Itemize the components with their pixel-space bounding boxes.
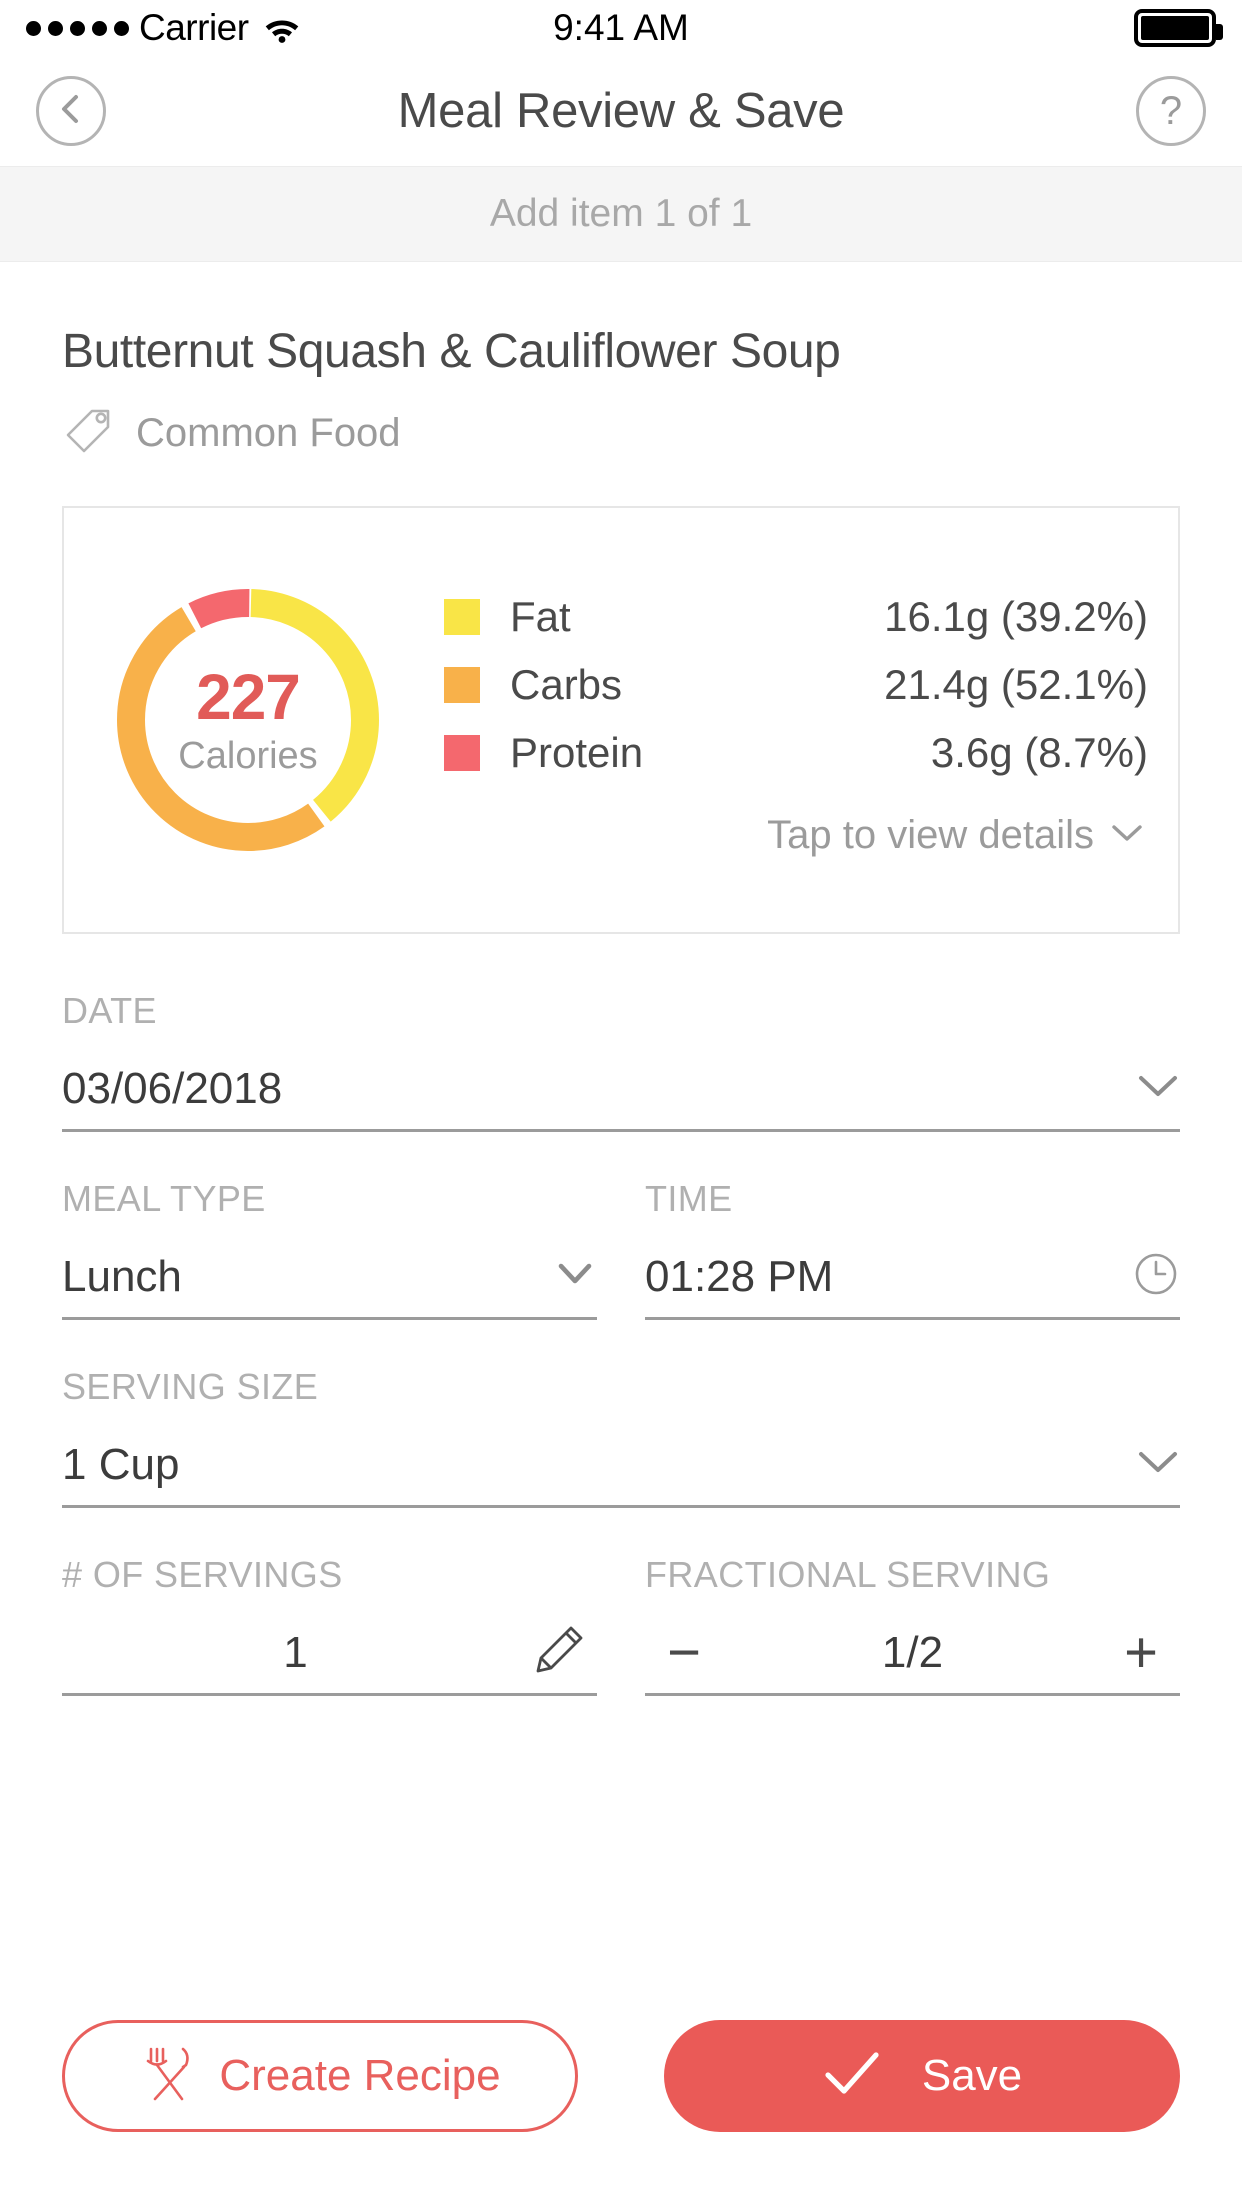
question-mark-icon: ? [1159,89,1183,133]
legend-swatch-carbs [444,666,480,703]
field-meal-type: MEAL TYPE Lunch [62,1178,597,1320]
meal-type-value: Lunch [62,1251,182,1301]
date-select[interactable]: 03/06/2018 [62,1048,1180,1132]
fractional-serving-stepper: − 1/2 + [645,1612,1180,1696]
field-label-meal-type: MEAL TYPE [62,1178,266,1219]
nav-bar: Meal Review & Save ? [0,56,1242,166]
time-value: 01:28 PM [645,1251,834,1301]
chevron-left-icon [57,92,85,131]
calorie-value: 227 [196,661,301,733]
nutrition-summary-card[interactable]: 227 Calories Fat 16.1g (39.2%) Carbs 21.… [62,506,1180,934]
donut-center-text: 227 Calories [98,570,398,870]
page-title: Meal Review & Save [397,84,845,138]
food-name: Butternut Squash & Cauliflower Soup [62,325,841,378]
help-button[interactable]: ? [1136,76,1206,146]
action-bar: Create Recipe Save [0,2020,1242,2132]
meal-type-select[interactable]: Lunch [62,1236,597,1320]
field-label-date: DATE [62,990,157,1031]
status-bar: Carrier 9:41 AM [0,0,1242,56]
save-label: Save [921,2051,1023,2100]
battery-full-icon [1134,9,1223,47]
row-mealtype-time: MEAL TYPE Lunch TIME 01:28 PM [62,1178,1180,1320]
num-servings-value: 1 [283,1627,308,1677]
serving-size-value: 1 Cup [62,1439,180,1489]
add-item-progress-label: Add item 1 of 1 [489,192,753,235]
serving-size-select[interactable]: 1 Cup [62,1424,1180,1508]
macro-donut-chart: 227 Calories [98,570,398,870]
field-label-num-servings: # OF SERVINGS [62,1554,343,1595]
view-details-link[interactable]: Tap to view details [444,813,1148,858]
food-source-label: Common Food [136,411,401,455]
wifi-icon [263,13,301,43]
legend-label-protein: Protein [510,728,644,776]
date-value: 03/06/2018 [62,1063,283,1113]
field-num-servings: # OF SERVINGS 1 [62,1554,597,1696]
status-bar-left: Carrier [26,7,301,49]
meal-form: DATE 03/06/2018 MEAL TYPE Lunch TIME 01:… [62,990,1180,1696]
increment-button[interactable]: + [1106,1623,1176,1682]
back-button[interactable] [36,76,106,146]
num-servings-input[interactable]: 1 [62,1612,597,1696]
add-item-progress-banner: Add item 1 of 1 [0,166,1242,262]
field-time: TIME 01:28 PM [645,1178,1180,1320]
field-label-serving-size: SERVING SIZE [62,1366,319,1407]
create-recipe-button[interactable]: Create Recipe [62,2020,578,2132]
legend-value-fat: 16.1g (39.2%) [884,592,1148,640]
main-content: Butternut Squash & Cauliflower Soup Comm… [0,324,1242,1696]
fractional-serving-value: 1/2 [881,1627,944,1677]
legend-label-fat: Fat [510,592,571,640]
field-fractional-serving: FRACTIONAL SERVING − 1/2 + [645,1554,1180,1696]
chevron-down-icon [1110,822,1144,849]
chevron-down-icon [553,1260,597,1293]
macro-legend: Fat 16.1g (39.2%) Carbs 21.4g (52.1%) Pr… [444,583,1178,858]
time-select[interactable]: 01:28 PM [645,1236,1180,1320]
legend-row-protein: Protein 3.6g (8.7%) [444,719,1148,787]
legend-row-fat: Fat 16.1g (39.2%) [444,583,1148,651]
calorie-label: Calories [178,735,318,777]
pencil-icon[interactable] [529,1620,589,1685]
create-recipe-label: Create Recipe [219,2051,501,2100]
legend-value-protein: 3.6g (8.7%) [930,728,1148,776]
field-date: DATE 03/06/2018 [62,990,1180,1132]
chevron-down-icon [1136,1448,1180,1481]
decrement-button[interactable]: − [649,1623,719,1682]
food-source-tag: Common Food [62,405,1180,462]
legend-swatch-protein [444,734,480,771]
carrier-label: Carrier [139,7,249,48]
field-serving-size: SERVING SIZE 1 Cup [62,1366,1180,1508]
legend-value-carbs: 21.4g (52.1%) [884,660,1148,708]
legend-row-carbs: Carbs 21.4g (52.1%) [444,651,1148,719]
check-icon [822,2047,882,2106]
status-bar-right [1134,9,1223,47]
legend-label-carbs: Carbs [510,660,623,708]
view-details-label: Tap to view details [767,812,1094,857]
clock-icon [1132,1250,1180,1303]
save-button[interactable]: Save [664,2020,1180,2132]
chevron-down-icon [1136,1072,1180,1105]
tag-icon [62,405,114,462]
legend-swatch-fat [444,598,480,635]
row-servings: # OF SERVINGS 1 FRACTIONAL SERVING − 1/2… [62,1554,1180,1696]
field-label-fractional-serving: FRACTIONAL SERVING [645,1554,1051,1595]
fork-knife-icon [139,2043,197,2110]
signal-strength-icon [26,20,129,36]
field-label-time: TIME [645,1178,733,1219]
